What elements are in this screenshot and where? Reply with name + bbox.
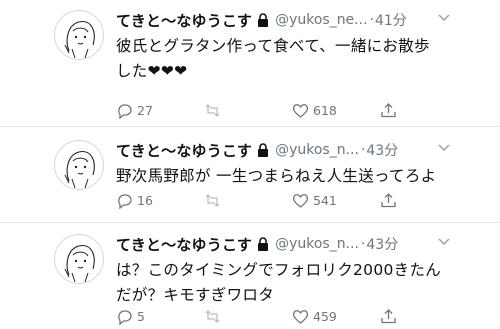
reply-icon	[118, 194, 132, 209]
retweet-button[interactable]	[204, 102, 225, 119]
tweet-text-line: した❤❤❤	[116, 62, 188, 80]
tweet-text-line: 彼氏とグラタン作って食べて、一緒にお散歩	[116, 37, 430, 55]
lock-icon	[258, 13, 269, 27]
like-button[interactable]: 541	[292, 192, 337, 209]
heart-icon	[292, 310, 309, 324]
avatar[interactable]	[54, 140, 104, 190]
tweet-text-line: は？このタイミングでフォロリク2000きたん	[116, 261, 442, 279]
tweet-actions: 27 618	[116, 102, 456, 120]
avatar-drawing	[64, 151, 95, 189]
avatar-drawing	[64, 245, 95, 283]
chevron-down-icon[interactable]	[438, 144, 450, 152]
tweet-actions: 5 459	[116, 308, 456, 326]
share-button[interactable]	[380, 102, 397, 119]
reply-count: 5	[137, 309, 145, 324]
user-handle[interactable]: @yukos_n...	[275, 142, 359, 158]
tweet-text: 野次馬野郎が 一生つまらねえ人生送ってろよ	[116, 164, 476, 189]
avatar-drawing	[64, 21, 95, 59]
share-icon	[381, 193, 396, 208]
retweet-button[interactable]	[204, 308, 225, 325]
like-count: 541	[313, 193, 337, 208]
reply-count: 16	[137, 193, 153, 208]
tweet-divider	[0, 222, 500, 223]
lock-icon	[258, 237, 269, 251]
timestamp[interactable]: 41分	[375, 10, 407, 30]
tweet-actions: 16 541	[116, 192, 456, 210]
heart-icon	[292, 104, 309, 118]
user-handle[interactable]: @yukos_ne...	[275, 12, 367, 28]
avatar[interactable]	[54, 10, 104, 60]
reply-count: 27	[137, 103, 153, 118]
retweet-icon	[205, 194, 220, 207]
like-button[interactable]: 618	[292, 102, 337, 119]
like-count: 618	[313, 103, 337, 118]
like-count: 459	[313, 309, 337, 324]
tweet-text-line: だが？キモすぎワロタ	[116, 286, 275, 304]
reply-button[interactable]: 16	[116, 192, 153, 209]
tweet-text: 彼氏とグラタン作って食べて、一緒にお散歩 した❤❤❤	[116, 34, 476, 84]
share-button[interactable]	[380, 308, 397, 325]
retweet-icon	[205, 310, 220, 323]
heart-icon	[292, 194, 309, 208]
tweet-header: てきと〜なゆうこす @yukos_ne... · 41分	[116, 10, 456, 30]
reply-icon	[118, 310, 132, 325]
avatar[interactable]	[54, 234, 104, 284]
share-button[interactable]	[380, 192, 397, 209]
tweet[interactable]: てきと〜なゆうこす @yukos_ne... · 41分 彼氏とグラタン作って食…	[0, 10, 500, 125]
separator-dot: ·	[369, 12, 374, 28]
chevron-down-icon[interactable]	[438, 238, 450, 246]
tweet-header: てきと〜なゆうこす @yukos_n... · 43分	[116, 140, 456, 160]
tweet-divider	[0, 126, 500, 127]
user-handle[interactable]: @yukos_n...	[275, 236, 359, 252]
reply-button[interactable]: 27	[116, 102, 153, 119]
timestamp[interactable]: 43分	[366, 140, 398, 160]
tweet-text-line: 野次馬野郎が 一生つまらねえ人生送ってろよ	[116, 167, 437, 185]
display-name[interactable]: てきと〜なゆうこす	[116, 10, 252, 31]
retweet-icon	[205, 104, 220, 117]
retweet-button[interactable]	[204, 192, 225, 209]
display-name[interactable]: てきと〜なゆうこす	[116, 234, 252, 255]
share-icon	[381, 103, 396, 118]
tweet-text: は？このタイミングでフォロリク2000きたん だが？キモすぎワロタ	[116, 258, 476, 308]
chevron-down-icon[interactable]	[438, 14, 450, 22]
tweet[interactable]: てきと〜なゆうこす @yukos_n... · 43分 は？このタイミングでフォ…	[0, 234, 500, 329]
timeline-feed: てきと〜なゆうこす @yukos_ne... · 41分 彼氏とグラタン作って食…	[0, 0, 500, 329]
like-button[interactable]: 459	[292, 308, 337, 325]
separator-dot: ·	[360, 236, 366, 252]
share-icon	[381, 309, 396, 324]
timestamp[interactable]: 43分	[366, 234, 398, 254]
lock-icon	[258, 143, 269, 157]
reply-button[interactable]: 5	[116, 308, 145, 325]
display-name[interactable]: てきと〜なゆうこす	[116, 140, 252, 161]
tweet[interactable]: てきと〜なゆうこす @yukos_n... · 43分 野次馬野郎が 一生つまら…	[0, 140, 500, 225]
reply-icon	[118, 104, 132, 119]
separator-dot: ·	[360, 142, 366, 158]
tweet-header: てきと〜なゆうこす @yukos_n... · 43分	[116, 234, 456, 254]
